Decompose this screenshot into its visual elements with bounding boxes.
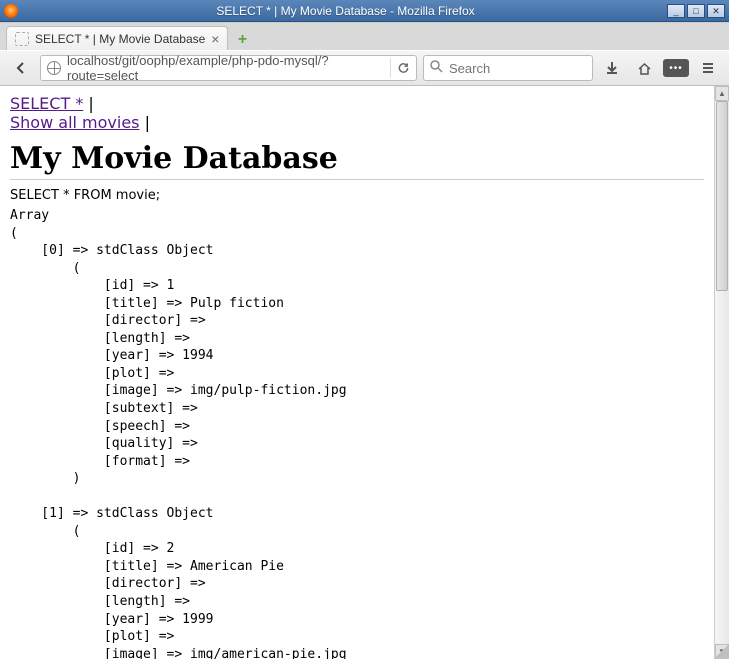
nav-separator: | (145, 113, 150, 132)
viewport: SELECT * | Show all movies | My Movie Da… (0, 86, 729, 659)
window-title: SELECT * | My Movie Database - Mozilla F… (24, 4, 667, 18)
php-array-dump: Array ( [0] => stdClass Object ( [id] =>… (10, 207, 704, 659)
back-button[interactable] (8, 55, 34, 81)
page-nav-links: SELECT * | Show all movies | (10, 94, 704, 132)
new-tab-button[interactable]: + (232, 30, 252, 50)
resize-grip-icon (714, 644, 729, 659)
scroll-up-button[interactable]: ▲ (715, 86, 729, 101)
address-bar[interactable]: localhost/git/oophp/example/php-pdo-mysq… (40, 55, 417, 81)
tab-title: SELECT * | My Movie Database (35, 32, 205, 46)
menu-button[interactable] (695, 55, 721, 81)
browser-tab[interactable]: SELECT * | My Movie Database × (6, 26, 228, 50)
tab-strip: SELECT * | My Movie Database × + (0, 22, 729, 50)
arrow-left-icon (13, 60, 29, 76)
search-icon (430, 60, 443, 76)
tab-favicon-icon (15, 32, 29, 46)
vertical-scrollbar[interactable]: ▲ ▼ (714, 86, 729, 659)
maximize-button[interactable]: □ (687, 4, 705, 18)
hamburger-icon (701, 61, 715, 75)
globe-icon (47, 61, 61, 75)
firefox-icon (4, 4, 18, 18)
search-box[interactable] (423, 55, 593, 81)
window-titlebar: SELECT * | My Movie Database - Mozilla F… (0, 0, 729, 22)
close-window-button[interactable]: ✕ (707, 4, 725, 18)
link-show-all-movies[interactable]: Show all movies (10, 113, 140, 132)
home-icon (637, 61, 652, 76)
reload-icon (397, 61, 410, 75)
url-text: localhost/git/oophp/example/php-pdo-mysq… (67, 53, 384, 83)
scroll-thumb[interactable] (716, 101, 728, 291)
link-select-star[interactable]: SELECT * (10, 94, 83, 113)
page-title: My Movie Database (10, 141, 704, 180)
nav-toolbar: localhost/git/oophp/example/php-pdo-mysq… (0, 50, 729, 86)
nav-separator: | (88, 94, 93, 113)
download-icon (605, 61, 619, 75)
close-tab-button[interactable]: × (211, 31, 219, 47)
downloads-button[interactable] (599, 55, 625, 81)
reload-button[interactable] (390, 58, 410, 78)
home-button[interactable] (631, 55, 657, 81)
abp-icon: ••• (663, 59, 689, 77)
search-input[interactable] (449, 61, 586, 76)
page-content: SELECT * | Show all movies | My Movie Da… (0, 86, 714, 659)
scroll-track[interactable] (715, 101, 729, 644)
minimize-button[interactable]: _ (667, 4, 685, 18)
window-controls: _ □ ✕ (667, 4, 725, 18)
abp-button[interactable]: ••• (663, 55, 689, 81)
sql-query-text: SELECT * FROM movie; (10, 188, 704, 203)
